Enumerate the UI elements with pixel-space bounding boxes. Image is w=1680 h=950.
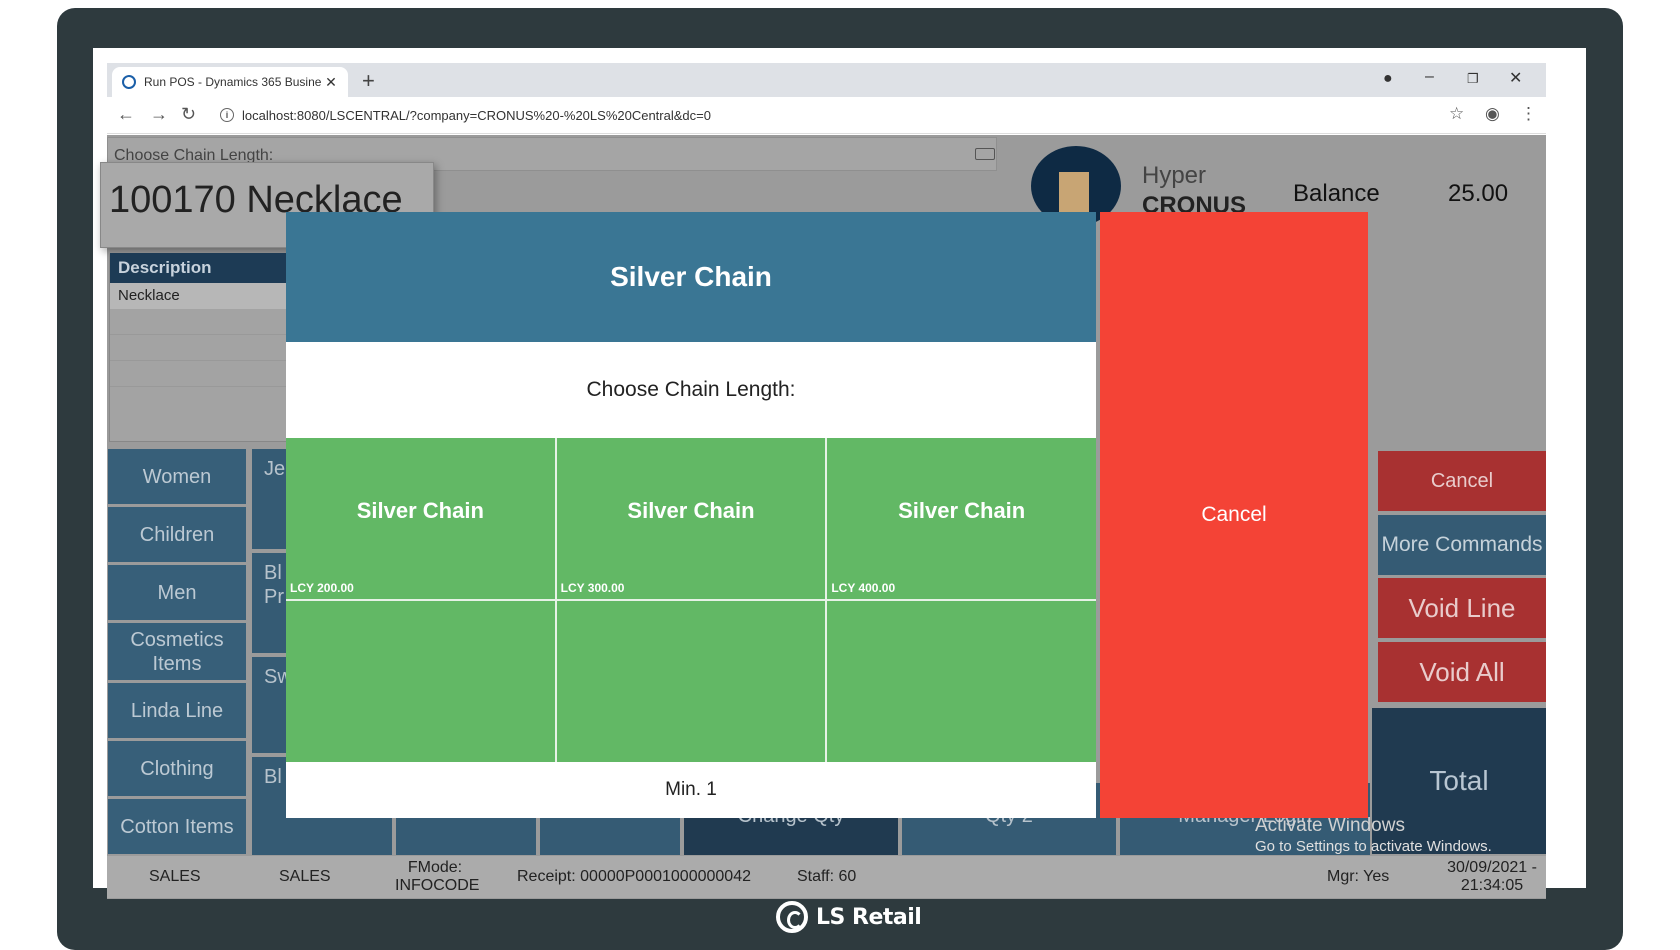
menu-cosmetics-items[interactable]: Cosmetics Items: [108, 623, 246, 680]
dialog-title: Silver Chain: [286, 212, 1096, 342]
minimize-icon[interactable]: –: [1425, 68, 1434, 86]
option-label: Silver Chain: [627, 498, 755, 523]
status-mgr: Mgr: Yes: [1327, 868, 1390, 885]
site-info-icon[interactable]: i: [220, 108, 234, 122]
status-receipt: Receipt: 00000P0001000000042: [517, 868, 751, 885]
menu-women[interactable]: Women: [108, 449, 246, 504]
profile-avatar-icon[interactable]: ◉: [1485, 104, 1500, 124]
menu-kebab-icon[interactable]: ⋮: [1520, 104, 1537, 124]
status-sales: SALES: [149, 868, 201, 885]
status-date: 30/09/2021 -: [1447, 859, 1537, 876]
close-window-icon[interactable]: ✕: [1509, 68, 1522, 88]
option-button[interactable]: Silver Chain LCY 300.00: [556, 438, 826, 599]
menu-linda-line[interactable]: Linda Line: [108, 683, 246, 738]
journal-panel: Description Necklace: [109, 252, 289, 442]
more-commands-button[interactable]: More Commands: [1378, 515, 1546, 575]
close-tab-icon[interactable]: ✕: [324, 74, 338, 91]
bookmark-star-icon[interactable]: ☆: [1449, 104, 1464, 124]
brand-footer: LS Retail: [776, 900, 922, 934]
ls-retail-favicon-icon: [122, 75, 136, 89]
status-fmode-label: FMode:: [407, 859, 463, 876]
ls-retail-logo-icon: [776, 901, 808, 933]
brand-name: LS Retail: [816, 904, 922, 930]
forward-icon[interactable]: →: [150, 104, 168, 125]
windows-watermark-subtitle: Go to Settings to activate Windows.: [1255, 838, 1492, 855]
option-button-empty[interactable]: [556, 601, 826, 762]
option-price: LCY 300.00: [560, 581, 625, 595]
option-button-empty[interactable]: [286, 601, 555, 762]
keyboard-icon[interactable]: [975, 148, 995, 160]
void-all-button[interactable]: Void All: [1378, 642, 1546, 702]
option-button-empty[interactable]: [827, 601, 1096, 762]
restore-icon[interactable]: ❐: [1467, 71, 1479, 87]
reload-icon[interactable]: ↻: [181, 104, 196, 125]
void-line-button[interactable]: Void Line: [1378, 578, 1546, 638]
tab-title: Run POS - Dynamics 365 Busine: [144, 75, 322, 89]
option-button[interactable]: Silver Chain LCY 400.00: [827, 438, 1096, 599]
menu-children[interactable]: Children: [108, 507, 246, 562]
back-icon[interactable]: ←: [117, 104, 135, 125]
browser-tab[interactable]: Run POS - Dynamics 365 Busine ✕: [112, 67, 348, 97]
journal-empty-row: [110, 361, 288, 387]
journal-header: Description: [110, 253, 288, 283]
url-field[interactable]: i localhost:8080/LSCENTRAL/?company=CRON…: [220, 102, 1450, 128]
menu-clothing[interactable]: Clothing: [108, 741, 246, 796]
status-sales-2: SALES: [279, 868, 331, 885]
company-name-line1: Hyper: [1142, 162, 1207, 189]
status-staff: Staff: 60: [797, 868, 857, 885]
option-button[interactable]: Silver Chain LCY 200.00: [286, 438, 555, 599]
balance-label: Balance: [1293, 180, 1380, 207]
balance-value: 25.00: [1448, 180, 1509, 207]
option-label: Silver Chain: [356, 498, 484, 523]
option-label: Silver Chain: [898, 498, 1026, 523]
cancel-button[interactable]: Cancel: [1378, 451, 1546, 511]
new-tab-icon[interactable]: +: [362, 68, 375, 94]
dialog-cancel-button[interactable]: Cancel: [1100, 212, 1368, 818]
status-time: 21:34:05: [1460, 877, 1524, 894]
journal-empty-row: [110, 309, 288, 335]
menu-cotton-items[interactable]: Cotton Items: [108, 799, 246, 854]
dialog-prompt: Choose Chain Length:: [586, 378, 796, 401]
journal-row[interactable]: Necklace: [110, 283, 288, 309]
profile-dropdown-icon[interactable]: ●: [1383, 70, 1393, 88]
status-fmode-value: INFOCODE: [395, 877, 480, 894]
option-price: LCY 400.00: [831, 581, 896, 595]
menu-men[interactable]: Men: [108, 565, 246, 620]
dialog-min-text: Min. 1: [665, 779, 717, 800]
journal-empty-row: [110, 335, 288, 361]
option-grid: Silver Chain LCY 200.00 Silver Chain LCY…: [286, 438, 1096, 762]
windows-watermark-title: Activate Windows: [1255, 815, 1405, 836]
url-text: localhost:8080/LSCENTRAL/?company=CRONUS…: [242, 107, 711, 123]
option-price: LCY 200.00: [290, 581, 354, 595]
chain-length-dialog: Silver Chain Choose Chain Length: Silver…: [286, 212, 1096, 818]
status-bar: SALES SALES FMode: INFOCODE Receipt: 000…: [107, 856, 1546, 898]
